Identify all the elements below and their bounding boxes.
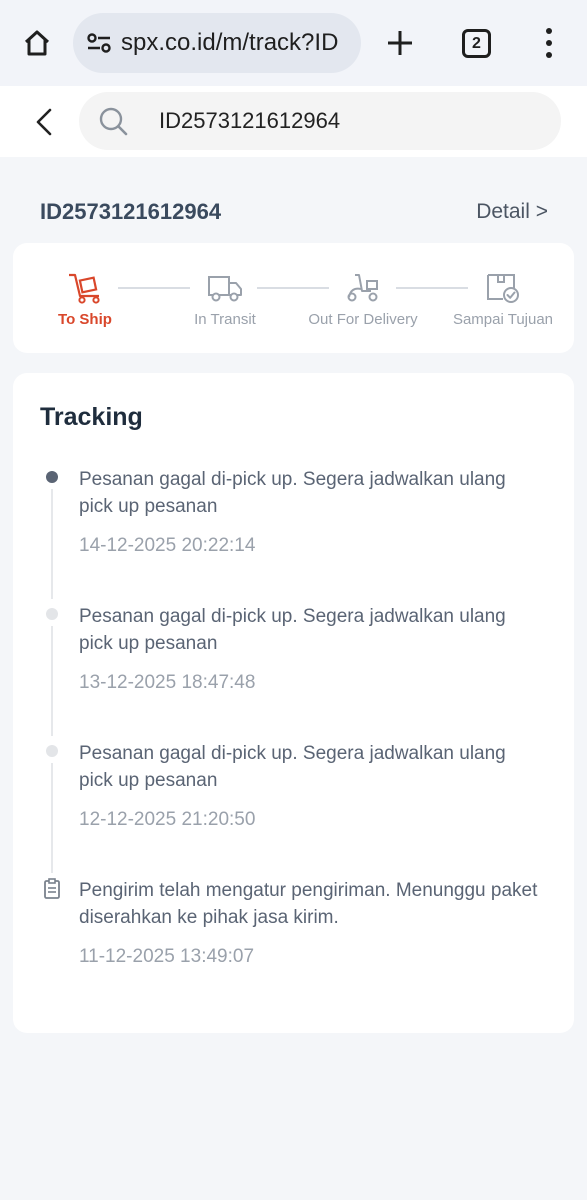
back-arrow-icon[interactable] bbox=[26, 104, 62, 140]
package-check-icon bbox=[485, 271, 521, 305]
order-row: ID2573121612964 Detail > bbox=[40, 196, 548, 228]
truck-icon bbox=[207, 271, 243, 305]
scooter-icon bbox=[345, 271, 381, 305]
new-tab-icon[interactable] bbox=[382, 25, 418, 61]
tracking-card: Tracking Pesanan gagal di-pick up. Seger… bbox=[13, 373, 574, 1033]
address-bar[interactable]: spx.co.id/m/track?ID bbox=[73, 13, 361, 73]
step-to-ship: To Ship bbox=[51, 271, 119, 328]
status-card: To Ship In Transit Out For Delivery Samp… bbox=[13, 243, 574, 353]
tracking-event-time: 11-12-2025 13:49:07 bbox=[79, 946, 255, 967]
tracking-event-text: Pesanan gagal di-pick up. Segera jadwalk… bbox=[79, 469, 506, 517]
detail-link[interactable]: Detail > bbox=[476, 200, 548, 224]
trolley-icon bbox=[67, 271, 103, 305]
order-id: ID2573121612964 bbox=[40, 199, 222, 224]
app-header bbox=[0, 86, 587, 157]
search-icon bbox=[97, 105, 129, 137]
browser-toolbar: spx.co.id/m/track?ID 2 bbox=[0, 0, 587, 86]
step-label: In Transit bbox=[194, 311, 256, 328]
more-menu-icon[interactable] bbox=[536, 24, 562, 62]
tracking-event-time: 12-12-2025 21:20:50 bbox=[79, 809, 256, 830]
url-text: spx.co.id/m/track?ID bbox=[121, 29, 339, 56]
tracking-event-text: Pesanan gagal di-pick up. Segera jadwalk… bbox=[79, 606, 506, 654]
step-label: Out For Delivery bbox=[308, 311, 418, 328]
step-label: Sampai Tujuan bbox=[452, 311, 554, 328]
home-icon[interactable] bbox=[18, 24, 56, 62]
timeline-line bbox=[51, 489, 53, 599]
search-input[interactable] bbox=[159, 108, 519, 134]
step-label: To Ship bbox=[58, 311, 112, 328]
step-out-for-delivery: Out For Delivery bbox=[304, 271, 422, 328]
tracking-event-text: Pesanan gagal di-pick up. Segera jadwalk… bbox=[79, 743, 506, 791]
tab-switcher-button[interactable]: 2 bbox=[462, 29, 491, 58]
step-connector bbox=[118, 287, 190, 289]
site-settings-icon[interactable] bbox=[85, 29, 113, 57]
tracking-title: Tracking bbox=[40, 403, 143, 431]
timeline-line bbox=[51, 763, 53, 873]
tracking-event-time: 13-12-2025 18:47:48 bbox=[79, 672, 256, 693]
clipboard-icon bbox=[43, 878, 61, 900]
tracking-event-time: 14-12-2025 20:22:14 bbox=[79, 535, 256, 556]
timeline-dot bbox=[46, 471, 58, 483]
timeline-line bbox=[51, 626, 53, 736]
step-sampai-tujuan: Sampai Tujuan bbox=[447, 271, 559, 328]
step-in-transit: In Transit bbox=[185, 271, 265, 328]
tracking-event-text: Pengirim telah mengatur pengiriman. Menu… bbox=[79, 880, 538, 928]
search-box[interactable] bbox=[79, 92, 561, 150]
timeline-dot bbox=[46, 745, 58, 757]
timeline-dot bbox=[46, 608, 58, 620]
